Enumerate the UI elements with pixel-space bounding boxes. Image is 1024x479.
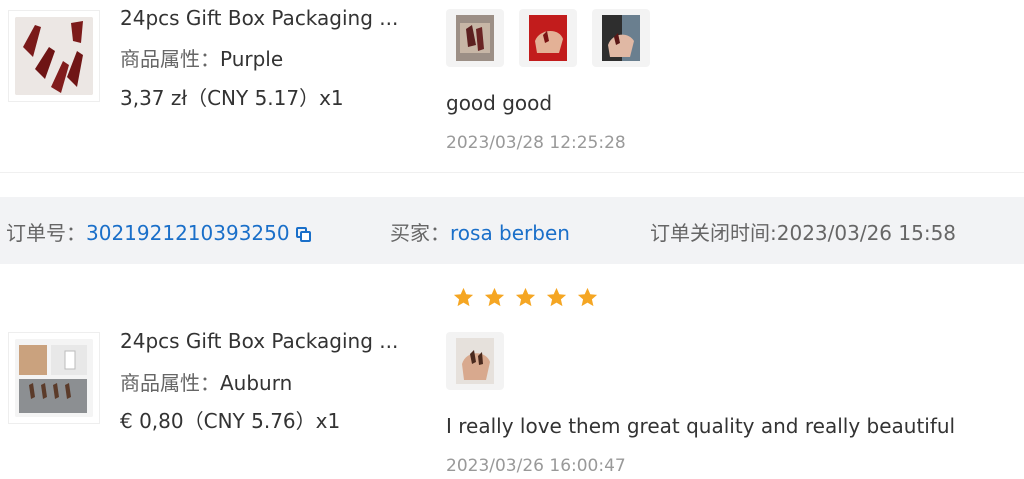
product-image	[15, 17, 93, 95]
rating-stars	[452, 286, 599, 309]
attribute-label: 商品属性：	[120, 47, 220, 71]
product-thumbnail[interactable]	[8, 332, 100, 424]
review-photo-image	[602, 15, 640, 61]
attribute-label: 商品属性：	[120, 371, 220, 395]
buyer-link[interactable]: rosa berben	[450, 221, 570, 245]
order-number: 订单号：3021921210393250	[6, 217, 311, 246]
divider	[0, 172, 1024, 173]
buyer: 买家：rosa berben	[390, 217, 570, 246]
closed-time-value: 2023/03/26 15:58	[776, 221, 957, 245]
closed-time-label: 订单关闭时间:	[650, 221, 777, 245]
star-icon	[546, 287, 567, 307]
buyer-label: 买家：	[390, 221, 450, 245]
review-time: 2023/03/28 12:25:28	[446, 133, 626, 153]
attribute-value: Purple	[220, 47, 284, 71]
review-time: 2023/03/26 16:00:47	[446, 456, 626, 476]
review-photo[interactable]	[519, 9, 577, 67]
product-price: € 0,80（CNY 5.76）x1	[120, 409, 341, 433]
review-photo[interactable]	[446, 9, 504, 67]
star-icon	[453, 287, 474, 307]
order-closed-time: 订单关闭时间:2023/03/26 15:58	[650, 217, 956, 246]
review-photo-image	[529, 15, 567, 61]
order-info-bar: 订单号：3021921210393250 买家：rosa berben 订单关闭…	[0, 197, 1024, 264]
review-photo[interactable]	[446, 332, 504, 390]
product-attribute: 商品属性：Purple	[120, 43, 283, 72]
review-photo-image	[456, 15, 494, 61]
order-number-link[interactable]: 3021921210393250	[86, 221, 290, 245]
review-text: good good	[446, 91, 553, 115]
product-image	[15, 339, 93, 417]
star-icon	[515, 287, 536, 307]
review-photo[interactable]	[592, 9, 650, 67]
product-attribute: 商品属性：Auburn	[120, 367, 292, 396]
star-icon	[484, 287, 505, 307]
copy-icon[interactable]	[295, 227, 311, 242]
star-icon	[577, 287, 598, 307]
product-price: 3,37 zł（CNY 5.17）x1	[120, 86, 344, 110]
order-number-label: 订单号：	[6, 221, 86, 245]
review-photo-image	[456, 338, 494, 384]
product-title[interactable]: 24pcs Gift Box Packaging ...	[120, 329, 398, 353]
attribute-value: Auburn	[220, 371, 293, 395]
product-thumbnail[interactable]	[8, 10, 100, 102]
product-title[interactable]: 24pcs Gift Box Packaging ...	[120, 6, 398, 30]
review-text: I really love them great quality and rea…	[446, 414, 956, 438]
